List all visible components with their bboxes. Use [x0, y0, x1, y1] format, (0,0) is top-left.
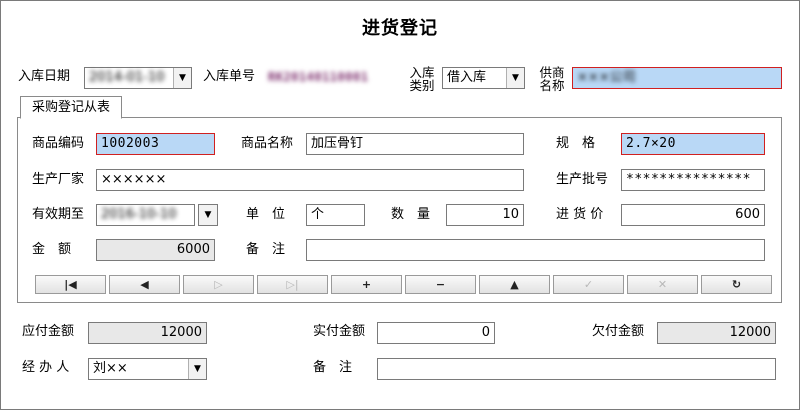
- tab-purchase-detail[interactable]: 采购登记从表: [20, 96, 122, 119]
- name-label: 商品名称: [241, 136, 294, 151]
- chevron-down-icon[interactable]: ▼: [188, 359, 206, 379]
- type-value: 借入库: [447, 70, 487, 85]
- prev-record-button[interactable]: ◀: [109, 275, 180, 294]
- spec-label: 规 格: [556, 136, 596, 151]
- last-record-button[interactable]: ▷|: [257, 275, 328, 294]
- order-no-value: RK20140110001: [268, 70, 369, 84]
- delete-record-button[interactable]: −: [405, 275, 476, 294]
- footer-remark-field[interactable]: [377, 358, 776, 380]
- expiry-dropdown[interactable]: ▼: [198, 204, 218, 226]
- page-title: 进货登记: [362, 18, 438, 39]
- code-field[interactable]: 1002003: [96, 133, 215, 155]
- expiry-label: 有效期至: [32, 207, 85, 222]
- chevron-down-icon[interactable]: ▼: [173, 68, 191, 88]
- remark-label: 备 注: [246, 242, 286, 257]
- batch-field[interactable]: ***************: [621, 169, 765, 191]
- type-label: 入库 类别: [409, 65, 435, 93]
- date-value: 2014-01-10: [89, 70, 165, 85]
- date-picker[interactable]: 2014-01-10 ▼: [84, 67, 192, 89]
- add-record-button[interactable]: +: [331, 275, 402, 294]
- unit-field[interactable]: 个: [306, 204, 365, 226]
- supplier-label: 供商 名称: [539, 65, 565, 93]
- payable-label: 应付金额: [22, 324, 75, 339]
- next-record-button[interactable]: ▷: [183, 275, 254, 294]
- maker-label: 生产厂家: [32, 172, 85, 187]
- order-no-label: 入库单号: [203, 69, 256, 84]
- qty-field[interactable]: 10: [446, 204, 524, 226]
- amount-field: 6000: [96, 239, 215, 261]
- supplier-value: ×××公司: [577, 70, 636, 85]
- qty-label: 数 量: [391, 207, 431, 222]
- unit-label: 单 位: [246, 207, 286, 222]
- payable-field: 12000: [88, 322, 207, 344]
- handler-value: 刘××: [93, 361, 128, 376]
- price-field[interactable]: 600: [621, 204, 765, 226]
- amount-label: 金 额: [32, 242, 72, 257]
- footer-remark-label: 备 注: [313, 360, 353, 375]
- spec-field[interactable]: 2.7×20: [621, 133, 765, 155]
- paid-label: 实付金额: [313, 324, 366, 339]
- chevron-down-icon[interactable]: ▼: [506, 68, 524, 88]
- code-label: 商品编码: [32, 136, 85, 151]
- date-label: 入库日期: [18, 69, 71, 84]
- refresh-button[interactable]: ↻: [701, 275, 772, 294]
- price-label: 进 货 价: [556, 207, 604, 222]
- cancel-edit-button[interactable]: ✕: [627, 275, 698, 294]
- edit-record-button[interactable]: ▲: [479, 275, 550, 294]
- owed-field: 12000: [657, 322, 776, 344]
- owed-label: 欠付金额: [592, 324, 645, 339]
- remark-field[interactable]: [306, 239, 765, 261]
- type-select[interactable]: 借入库 ▼: [442, 67, 525, 89]
- chevron-down-icon[interactable]: ▼: [199, 205, 217, 225]
- expiry-field[interactable]: 2016-10-10: [96, 204, 195, 226]
- maker-field[interactable]: ××××××: [96, 169, 524, 191]
- paid-field[interactable]: 0: [377, 322, 495, 344]
- first-record-button[interactable]: |◀: [35, 275, 106, 294]
- name-field[interactable]: 加压骨钉: [306, 133, 524, 155]
- handler-label: 经 办 人: [22, 360, 70, 375]
- supplier-field[interactable]: ×××公司: [572, 67, 782, 89]
- expiry-value: 2016-10-10: [101, 207, 177, 222]
- handler-select[interactable]: 刘×× ▼: [88, 358, 207, 380]
- batch-label: 生产批号: [556, 172, 609, 187]
- post-record-button[interactable]: ✓: [553, 275, 624, 294]
